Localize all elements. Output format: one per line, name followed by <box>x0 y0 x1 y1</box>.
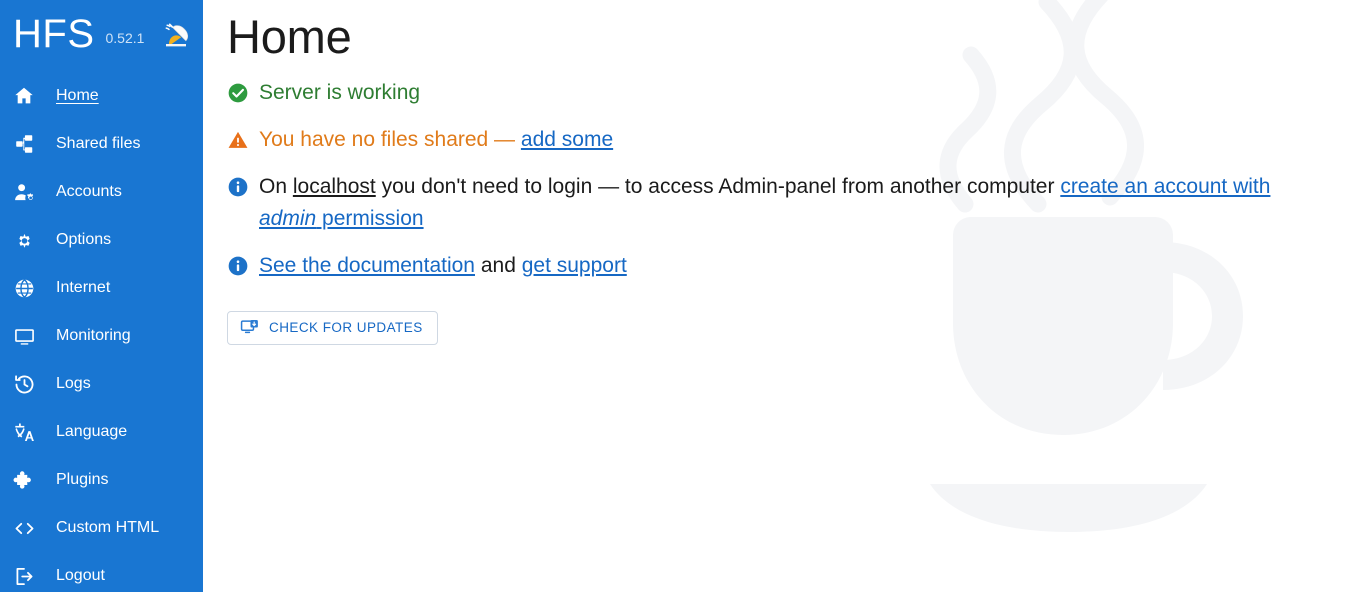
sidebar-nav: Home Shared files Accounts Options Inter… <box>0 68 203 592</box>
sidebar-item-internet[interactable]: Internet <box>0 264 203 312</box>
content-column: Home Server is working You have no files… <box>203 0 1352 345</box>
gear-icon <box>10 226 38 254</box>
add-some-link[interactable]: add some <box>521 128 613 151</box>
logout-icon <box>10 562 38 590</box>
puzzle-icon <box>10 466 38 494</box>
sidebar-item-logout[interactable]: Logout <box>0 552 203 592</box>
documentation-link[interactable]: See the documentation <box>259 254 475 277</box>
sidebar-item-label: Logs <box>56 375 91 392</box>
brand-header: HFS 0.52.1 <box>0 0 203 68</box>
status-message-text: On localhost you don't need to login — t… <box>259 171 1328 235</box>
sitemap-icon <box>10 130 38 158</box>
sidebar-item-label: Accounts <box>56 183 122 200</box>
sidebar-item-shared-files[interactable]: Shared files <box>0 120 203 168</box>
sidebar-item-label: Options <box>56 231 112 248</box>
localhost-token: localhost <box>292 174 376 198</box>
status-message-text: See the documentation and get support <box>259 250 1328 282</box>
sidebar-item-label: Plugins <box>56 471 109 488</box>
sidebar-item-options[interactable]: Options <box>0 216 203 264</box>
status-message-no-files: You have no files shared — add some <box>227 124 1328 156</box>
create-account-link-emphasis: admin <box>259 206 317 230</box>
warning-triangle-icon <box>227 129 249 151</box>
status-message-localhost: On localhost you don't need to login — t… <box>227 171 1328 235</box>
get-support-link[interactable]: get support <box>522 254 627 277</box>
sidebar-item-logs[interactable]: Logs <box>0 360 203 408</box>
check-for-updates-label: CHECK FOR UPDATES <box>269 320 423 336</box>
status-message-text: Server is working <box>259 81 421 105</box>
localhost-text-before: On <box>259 174 293 198</box>
user-gear-icon <box>10 178 38 206</box>
no-files-text: You have no files shared — <box>259 128 521 151</box>
sidebar-item-custom-html[interactable]: Custom HTML <box>0 504 203 552</box>
sidebar-item-label: Custom HTML <box>56 519 160 536</box>
sidebar-item-label: Logout <box>56 567 105 584</box>
docs-conjunction: and <box>475 253 522 277</box>
home-icon <box>10 82 38 110</box>
monitor-icon <box>10 322 38 350</box>
sidebar-item-label: Monitoring <box>56 327 131 344</box>
sidebar-item-label: Shared files <box>56 135 141 152</box>
page-title: Home <box>227 10 352 63</box>
sidebar: HFS 0.52.1 Home Shared files Accounts Op… <box>0 0 203 592</box>
sidebar-item-monitoring[interactable]: Monitoring <box>0 312 203 360</box>
sidebar-item-home[interactable]: Home <box>0 72 203 120</box>
create-account-link-part1: create an account with <box>1060 174 1271 198</box>
check-for-updates-button[interactable]: CHECK FOR UPDATES <box>227 310 438 345</box>
satellite-dish-icon <box>158 17 195 53</box>
sidebar-item-label: Home <box>56 87 99 104</box>
translate-icon <box>10 418 38 446</box>
app-name: HFS <box>13 12 95 56</box>
create-account-link-part2: permission <box>316 206 424 230</box>
localhost-text-after: you don't need to login — to access Admi… <box>375 174 1061 198</box>
info-circle-icon <box>227 176 249 198</box>
info-circle-icon <box>227 255 249 277</box>
status-message-text: You have no files shared — add some <box>259 124 1328 156</box>
sidebar-item-language[interactable]: Language <box>0 408 203 456</box>
sidebar-item-accounts[interactable]: Accounts <box>0 168 203 216</box>
globe-icon <box>10 274 38 302</box>
sidebar-item-label: Internet <box>56 279 111 296</box>
history-icon <box>10 370 38 398</box>
main-content: Home Server is working You have no files… <box>203 0 1352 592</box>
download-to-computer-icon <box>239 318 259 338</box>
status-message-server: Server is working <box>227 77 1328 109</box>
sidebar-item-plugins[interactable]: Plugins <box>0 456 203 504</box>
hfs-admin-window: HFS 0.52.1 Home Shared files Accounts Op… <box>0 0 1352 592</box>
status-message-docs: See the documentation and get support <box>227 250 1328 282</box>
sidebar-item-label: Language <box>56 423 128 440</box>
code-icon <box>10 514 38 542</box>
app-version: 0.52.1 <box>105 30 145 46</box>
check-circle-icon <box>227 82 249 104</box>
